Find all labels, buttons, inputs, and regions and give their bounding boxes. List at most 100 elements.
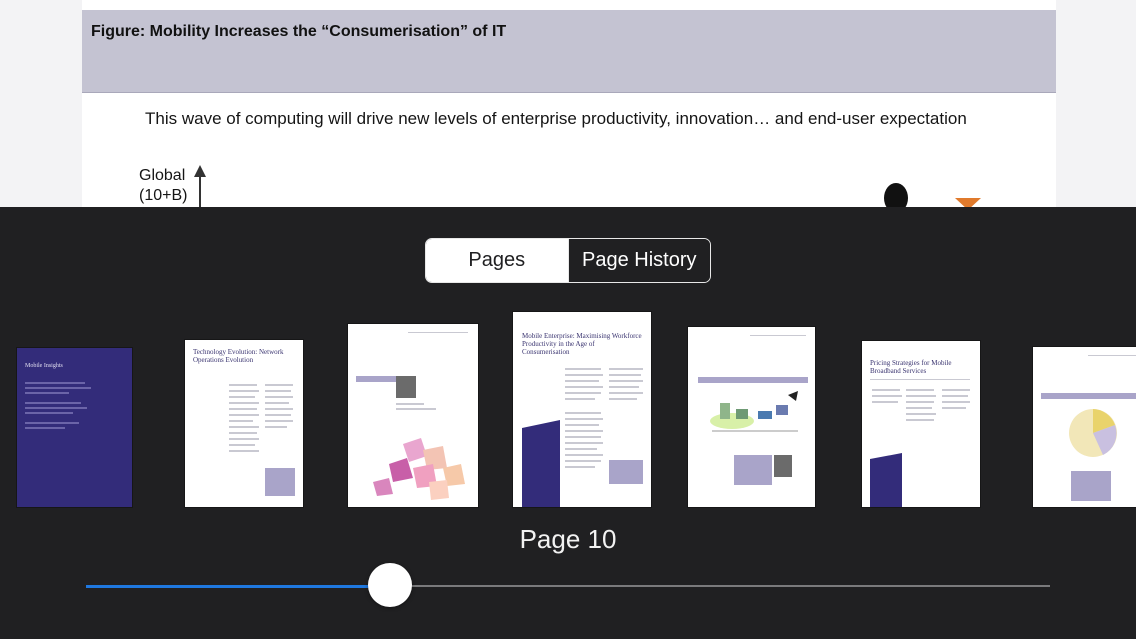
thumbnail-text-line	[565, 380, 599, 382]
thumbnail-text-line	[229, 384, 257, 386]
thumbnail-text-line	[906, 395, 936, 397]
page-thumbnail[interactable]: Mobile Insights	[17, 348, 132, 507]
thumbnail-text-line	[565, 442, 603, 444]
page-thumbnail[interactable]: Mobile Enterprise: Maximising Workforce …	[513, 312, 651, 507]
thumbnail-text-line	[565, 424, 599, 426]
tab-page-history[interactable]: Page History	[567, 239, 710, 282]
thumbnail-text-line	[25, 412, 73, 414]
thumbnail-text-line	[750, 335, 806, 336]
page-navigator-panel: Pages Page History Mobile Insights Techn…	[0, 207, 1136, 639]
thumbnail-text-line	[565, 466, 595, 468]
thumbnail-text-line	[25, 387, 91, 389]
axis-arrow-icon	[194, 165, 206, 207]
thumbnail-text-line	[265, 420, 293, 422]
thumbnail-photo	[774, 455, 792, 477]
thumbnail-text-line	[229, 390, 259, 392]
figure-dot-shape	[884, 183, 908, 207]
thumbnail-text-line	[25, 422, 79, 424]
thumbnail-text-line	[265, 426, 287, 428]
thumbnail-diagram-graphic	[710, 391, 798, 432]
page-slider-thumb[interactable]	[368, 563, 412, 607]
page-thumbnail[interactable]	[688, 327, 815, 507]
thumbnail-text-line	[25, 407, 87, 409]
thumbnail-text-line	[229, 402, 259, 404]
page-thumbnail[interactable]	[348, 324, 478, 507]
thumbnail-text-line	[229, 444, 255, 446]
thumbnail-text-line	[906, 419, 934, 421]
thumbnail-purple-block	[870, 453, 902, 507]
thumbnail-text-line	[265, 390, 291, 392]
thumbnail-text-line	[1088, 355, 1136, 356]
thumbnail-callout-box	[1071, 471, 1111, 501]
thumbnail-banner	[356, 376, 398, 382]
thumbnail-text-line	[609, 386, 639, 388]
thumbnail-text-line	[872, 401, 898, 403]
tab-pages[interactable]: Pages	[426, 239, 568, 282]
document-subtitle: This wave of computing will drive new le…	[145, 109, 967, 128]
thumbnail-text-line	[25, 392, 69, 394]
thumbnail-text-line	[906, 407, 932, 409]
figure-title: Figure: Mobility Increases the “Consumer…	[91, 23, 507, 40]
thumbnail-text-line	[565, 412, 601, 414]
figure-header: Figure: Mobility Increases the “Consumer…	[82, 10, 1056, 93]
thumbnail-banner	[698, 377, 808, 383]
thumbnail-text-line	[25, 427, 65, 429]
page-slider-fill	[86, 585, 390, 588]
view-segmented-control: Pages Page History	[425, 238, 711, 283]
thumbnail-text-line	[565, 430, 603, 432]
thumbnail-text-line	[229, 432, 257, 434]
thumbnail-title: Pricing Strategies for Mobile Broadband …	[870, 359, 952, 375]
thumbnail-text-line	[265, 408, 293, 410]
thumbnail-text-line	[942, 389, 970, 391]
thumbnail-text-line	[408, 332, 468, 333]
thumbnail-pie-graphic	[1069, 409, 1117, 457]
thumbnail-text-line	[942, 407, 966, 409]
thumbnail-text-line	[229, 396, 255, 398]
figure-triangle-shape	[955, 198, 981, 207]
current-page-label: Page 10	[519, 524, 617, 554]
thumbnail-purple-block	[522, 420, 560, 507]
thumbnail-title: Mobile Enterprise: Maximising Workforce …	[522, 332, 642, 356]
page-slider[interactable]	[86, 563, 1050, 607]
document-view[interactable]: Figure: Mobility Increases the “Consumer…	[0, 0, 1136, 207]
thumbnail-callout-box	[734, 455, 772, 485]
thumbnail-text-line	[565, 368, 601, 370]
thumbnail-text-line	[265, 396, 293, 398]
thumbnail-text-line	[25, 382, 85, 384]
thumbnail-callout-box	[609, 460, 643, 484]
thumbnail-text-line	[609, 374, 641, 376]
thumbnail-banner	[1041, 393, 1136, 399]
page-thumbnail[interactable]	[1033, 347, 1136, 507]
page-thumbnail[interactable]: Pricing Strategies for Mobile Broadband …	[862, 341, 980, 507]
thumbnail-text-line	[565, 374, 603, 376]
thumbnail-text-line	[942, 401, 970, 403]
axis-label: Global (10+B)	[139, 167, 188, 204]
thumbnail-text-line	[609, 380, 643, 382]
thumbnail-text-line	[265, 384, 293, 386]
thumbnail-text-line	[906, 401, 934, 403]
thumbnail-text-line	[229, 426, 259, 428]
thumbnail-text-line	[265, 414, 291, 416]
thumbnail-callout-box	[265, 468, 295, 496]
thumbnail-text-line	[609, 392, 643, 394]
thumbnail-text-line	[265, 402, 289, 404]
thumbnail-text-line	[872, 395, 902, 397]
thumbnail-text-line	[609, 398, 637, 400]
thumbnail-text-line	[565, 436, 601, 438]
thumbnail-text-line	[229, 414, 259, 416]
thumbnail-text-line	[229, 420, 253, 422]
thumbnail-text-line	[25, 402, 81, 404]
thumbnail-text-line	[396, 403, 424, 405]
thumbnail-text-line	[565, 386, 603, 388]
thumbnail-text-line	[906, 413, 936, 415]
thumbnail-shapes-graphic	[373, 438, 465, 500]
thumbnail-text-line	[229, 438, 259, 440]
thumbnail-title: Mobile Insights	[25, 363, 63, 369]
thumbnail-title: Technology Evolution: Network Operations…	[193, 348, 284, 364]
thumbnail-text-line	[609, 368, 643, 370]
thumbnail-text-line	[229, 450, 259, 452]
thumbnail-text-line	[942, 395, 968, 397]
thumbnail-photo	[396, 376, 416, 398]
thumbnail-text-line	[872, 389, 900, 391]
page-thumbnail[interactable]: Technology Evolution: Network Operations…	[185, 340, 303, 507]
